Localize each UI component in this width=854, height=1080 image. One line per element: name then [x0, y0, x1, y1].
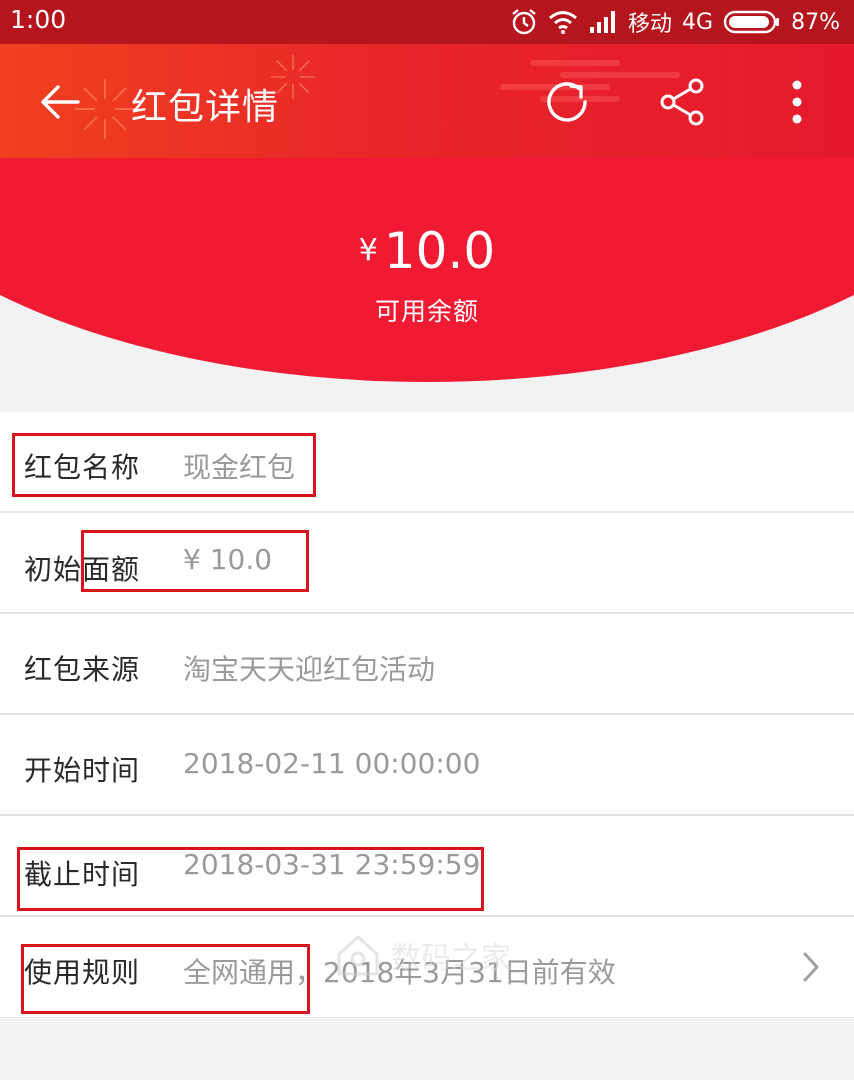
alarm-icon — [512, 9, 536, 35]
battery-icon — [723, 10, 780, 34]
row-value: 2018-02-11 00:00:00 — [183, 747, 481, 780]
status-time: 1:00 — [10, 5, 67, 34]
signal-icon — [590, 11, 616, 33]
status-bar: 1:00 移动 4G 87% — [0, 0, 854, 44]
house-logo-icon — [337, 934, 379, 976]
detail-list: 红包名称 现金红包 初始面额 ¥ 10.0 红包来源 淘宝天天迎红包活动 开始时… — [0, 412, 854, 1018]
arrow-left-icon — [41, 85, 80, 119]
row-value: 淘宝天天迎红包活动 — [183, 653, 436, 686]
battery-percent: 87% — [791, 9, 840, 35]
wifi-icon — [549, 11, 577, 34]
balance-amount: ¥10.0 — [0, 222, 854, 280]
row-label: 开始时间 — [24, 754, 141, 787]
highlight-box — [17, 847, 484, 911]
more-vertical-icon — [792, 80, 802, 124]
network-label: 4G — [682, 9, 714, 35]
carrier-label: 移动 — [628, 12, 673, 37]
share-button[interactable] — [654, 74, 710, 130]
row-label: 红包来源 — [24, 653, 141, 686]
chevron-right-icon[interactable] — [798, 950, 824, 984]
share-icon — [660, 78, 704, 126]
highlight-box — [21, 944, 310, 1014]
more-button[interactable] — [769, 74, 825, 130]
currency-symbol: ¥ — [358, 233, 378, 268]
detail-row-start-time: 开始时间 2018-02-11 00:00:00 — [0, 715, 854, 816]
refresh-button[interactable] — [539, 74, 595, 130]
watermark: 数码之家 — [333, 930, 533, 980]
refresh-icon — [547, 82, 587, 122]
balance-caption: 可用余额 — [374, 297, 479, 326]
app-bar: 红包详情 — [0, 44, 854, 158]
back-button[interactable] — [38, 80, 82, 124]
watermark-text: 数码之家 — [391, 941, 511, 976]
balance-header: ¥10.0 可用余额 — [0, 158, 854, 410]
status-icons: 移动 4G 87% — [510, 6, 840, 38]
amount-value: 10.0 — [383, 222, 496, 280]
detail-row-source: 红包来源 淘宝天天迎红包活动 — [0, 614, 854, 715]
highlight-box — [12, 433, 316, 497]
highlight-box — [81, 530, 309, 592]
page-title: 红包详情 — [131, 87, 280, 128]
